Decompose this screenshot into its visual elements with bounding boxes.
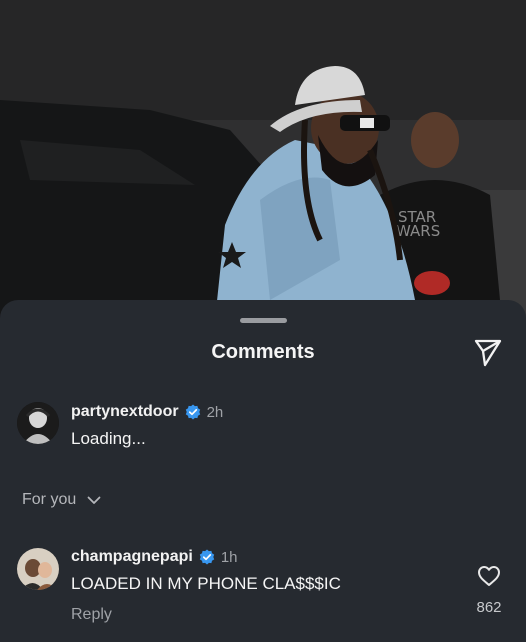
avatar[interactable] <box>17 548 59 590</box>
comment-text: Loading... <box>71 429 146 448</box>
reply-button[interactable]: Reply <box>71 606 112 624</box>
heart-outline-icon[interactable] <box>477 565 501 587</box>
comment-username-line: champagnepapi 1h <box>71 548 238 566</box>
like-count: 862 <box>476 599 502 616</box>
sheet-grab-handle[interactable] <box>240 318 287 323</box>
verified-badge-icon <box>185 404 200 420</box>
post-photo: STAR WARS <box>0 0 526 320</box>
paper-plane-icon[interactable] <box>472 336 504 368</box>
comment-username[interactable]: partynextdoor <box>71 403 179 421</box>
comment-text: LOADED IN MY PHONE CLA$$$IC <box>71 574 341 593</box>
comment-time: 2h <box>206 403 224 421</box>
comment-username[interactable]: champagnepapi <box>71 548 193 566</box>
comment-filter-dropdown[interactable]: For you <box>22 491 102 509</box>
comment-time: 1h <box>220 548 238 566</box>
svg-text:WARS: WARS <box>396 222 440 240</box>
comments-sheet: Comments partynextdoor 2h Loading... For… <box>0 300 526 642</box>
chevron-down-icon <box>87 496 101 504</box>
verified-badge-icon <box>199 549 215 565</box>
filter-label: For you <box>22 491 77 508</box>
sheet-title: Comments <box>211 341 315 363</box>
avatar[interactable] <box>17 402 59 444</box>
comment-username-line: partynextdoor 2h <box>71 403 223 421</box>
